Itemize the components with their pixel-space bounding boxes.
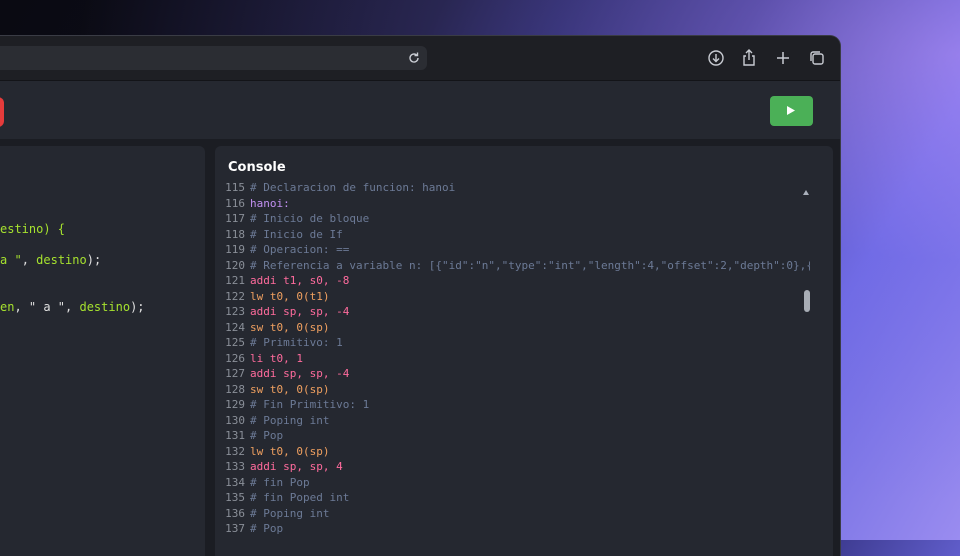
console-line: 133 addi sp, sp, 4: [215, 460, 343, 476]
console-panel: Console 115 # Declaracion de funcion: han…: [215, 146, 833, 556]
editor-line: en, " a ", destino);: [0, 300, 145, 314]
line-number: 118: [225, 227, 245, 241]
console-line: 136 # Poping int: [215, 507, 329, 523]
line-number: 133: [225, 460, 245, 473]
console-line-text: # Pop: [250, 522, 284, 535]
tabs-overview-icon[interactable]: [807, 48, 827, 68]
editor-line: estino) {: [0, 222, 66, 236]
line-number: 119: [225, 243, 245, 256]
console-line: 122 lw t0, 0(t1): [215, 290, 329, 306]
line-number: 121: [225, 274, 245, 287]
console-line: 134 # fin Pop: [215, 475, 310, 492]
console-line-text: addi sp, sp, -4: [250, 305, 350, 318]
console-line-text: # Fin Primitivo: 1: [250, 398, 370, 411]
console-line-text: hanoi:: [250, 196, 290, 210]
line-number: 128: [225, 382, 245, 396]
browser-window: estino) { a ", destino); en, " a ", dest…: [0, 36, 840, 556]
console-line-text: sw t0, 0(sp): [250, 382, 330, 396]
console-line-text: lw t0, 0(t1): [250, 289, 330, 303]
line-number: 115: [225, 183, 245, 194]
console-line: 120 # Referencia a variable n: [{"id":"n"…: [215, 259, 810, 275]
console-line: 126 li t0, 1: [215, 352, 303, 368]
console-line: 128 sw t0, 0(sp): [215, 383, 329, 399]
console-line-text: # fin Poped int: [250, 491, 350, 504]
console-line-text: # Referencia a variable n: [{"id":"n","t…: [250, 258, 810, 272]
console-line-text: li t0, 1: [250, 351, 303, 365]
address-bar[interactable]: [0, 46, 427, 70]
line-number: 124: [225, 320, 245, 334]
console-line-text: # Primitivo: 1: [250, 336, 343, 349]
line-number: 129: [225, 398, 245, 411]
new-tab-icon[interactable]: [773, 48, 793, 68]
console-line: 115 # Declaracion de funcion: hanoi: [215, 183, 455, 197]
line-number: 117: [225, 212, 245, 225]
line-number: 131: [225, 429, 245, 442]
console-line: 129 # Fin Primitivo: 1: [215, 398, 369, 414]
console-line-text: # Pop: [250, 429, 284, 442]
line-number: 136: [225, 506, 245, 520]
console-line-text: addi sp, sp, -4: [250, 367, 350, 380]
console-line: 124 sw t0, 0(sp): [215, 321, 329, 337]
reload-icon[interactable]: [407, 51, 421, 65]
console-line: 132 lw t0, 0(sp): [215, 445, 329, 461]
console-line: 121 addi t1, s0, -8: [215, 274, 349, 290]
share-icon[interactable]: [739, 48, 759, 68]
line-number: 130: [225, 413, 245, 427]
console-line-text: # Inicio de bloque: [250, 212, 370, 225]
console-line-text: # Inicio de If: [250, 227, 343, 241]
browser-toolbar: [0, 36, 840, 81]
console-line: 130 # Poping int: [215, 414, 329, 430]
console-line-text: sw t0, 0(sp): [250, 320, 330, 334]
editor-line: a ", destino);: [0, 253, 102, 267]
console-output[interactable]: 115 # Declaracion de funcion: hanoi 116 han…: [215, 183, 810, 556]
console-line-text: # Poping int: [250, 413, 330, 427]
scrollbar-thumb[interactable]: [804, 290, 810, 312]
line-number: 127: [225, 367, 245, 380]
console-line-text: lw t0, 0(sp): [250, 444, 330, 458]
line-number: 116: [225, 196, 245, 210]
app-header: [0, 81, 840, 139]
line-number: 126: [225, 351, 245, 365]
line-number: 135: [225, 491, 245, 504]
play-icon: [787, 106, 795, 115]
console-line: 116 hanoi:: [215, 197, 290, 213]
line-number: 132: [225, 444, 245, 458]
red-action-button[interactable]: [0, 97, 4, 127]
line-number: 125: [225, 336, 245, 349]
line-number: 134: [225, 475, 245, 489]
console-line: 119 # Operacion: ==: [215, 243, 349, 259]
console-line: 123 addi sp, sp, -4: [215, 305, 349, 321]
console-line: 127 addi sp, sp, -4: [215, 367, 349, 383]
download-icon[interactable]: [706, 48, 726, 68]
console-line: 135 # fin Poped int: [215, 491, 349, 507]
console-line-text: # Poping int: [250, 506, 330, 520]
line-number: 120: [225, 258, 245, 272]
console-line: 117 # Inicio de bloque: [215, 212, 369, 228]
run-button[interactable]: [770, 96, 813, 126]
console-line: 125 # Primitivo: 1: [215, 336, 343, 352]
code-editor[interactable]: estino) { a ", destino); en, " a ", dest…: [0, 146, 205, 556]
console-line: 137 # Pop: [215, 522, 283, 538]
console-line-text: addi sp, sp, 4: [250, 460, 343, 473]
console-line: 118 # Inicio de If: [215, 228, 343, 244]
scroll-up-arrow[interactable]: [803, 190, 809, 195]
line-number: 123: [225, 305, 245, 318]
console-line-text: # fin Pop: [250, 475, 310, 489]
console-line-text: # Operacion: ==: [250, 243, 350, 256]
console-line-text: addi t1, s0, -8: [250, 274, 350, 287]
console-line-text: # Declaracion de funcion: hanoi: [250, 183, 456, 194]
line-number: 137: [225, 522, 245, 535]
console-line: 131 # Pop: [215, 429, 283, 445]
line-number: 122: [225, 289, 245, 303]
console-title: Console: [228, 160, 286, 175]
